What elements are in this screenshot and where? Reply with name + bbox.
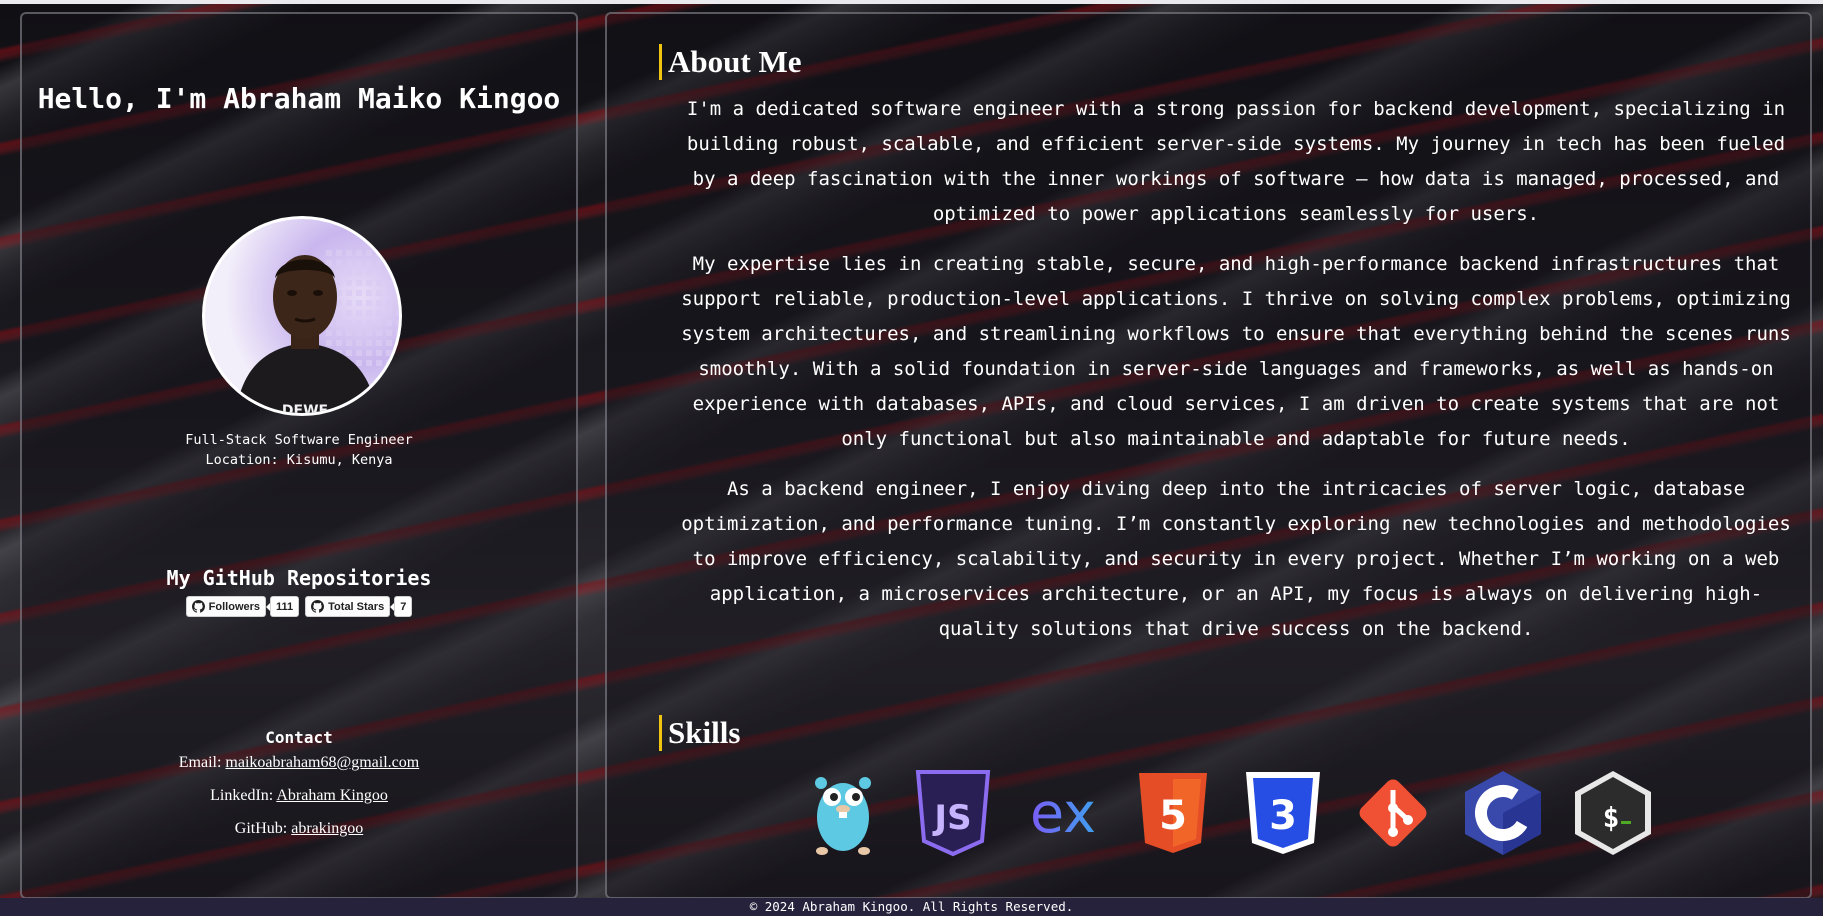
svg-text:$: $ <box>1602 801 1619 834</box>
about-text: I'm a dedicated software engineer with a… <box>673 92 1799 662</box>
contact-linkedin: LinkedIn: Abraham Kingoo <box>22 787 576 805</box>
about-paragraph: My expertise lies in creating stable, se… <box>681 253 1791 450</box>
profile-card: Hello, I'm Abraham Maiko Kingoo DEWE Ful… <box>20 12 578 899</box>
email-label: Email: <box>178 754 226 771</box>
location: Location: Kisumu, Kenya <box>205 452 393 468</box>
followers-label: Followers <box>208 600 261 613</box>
contact-heading: Contact <box>265 728 333 747</box>
github-icon <box>191 600 205 613</box>
svg-text:3: 3 <box>1269 793 1297 839</box>
svg-text:5: 5 <box>1159 793 1187 839</box>
javascript-icon: JS <box>909 769 997 857</box>
email-link[interactable]: maikoabraham68@gmail.com <box>225 754 419 771</box>
contact-github: GitHub: abrakingoo <box>22 820 576 838</box>
c-language-icon <box>1459 769 1547 857</box>
copyright-text: © 2024 Abraham Kingoo. All Rights Reserv… <box>749 899 1074 914</box>
footer: © 2024 Abraham Kingoo. All Rights Reserv… <box>0 898 1823 916</box>
about-card: About Me I'm a dedicated software engine… <box>605 12 1812 899</box>
profile-info: Full-Stack Software Engineer Location: K… <box>22 430 576 470</box>
about-paragraph: As a backend engineer, I enjoy diving de… <box>681 478 1791 640</box>
express-icon: ex <box>1019 769 1107 857</box>
github-link[interactable]: abrakingoo <box>291 820 363 837</box>
github-label: GitHub: <box>234 820 292 837</box>
html5-icon: 5 <box>1129 769 1217 857</box>
linkedin-link[interactable]: Abraham Kingoo <box>276 787 388 804</box>
stars-count: 7 <box>390 596 413 617</box>
followers-badge[interactable]: Followers 111 <box>185 596 300 617</box>
stars-badge[interactable]: Total Stars 7 <box>305 596 413 617</box>
top-bar <box>0 0 1823 4</box>
github-badges: Followers 111 Total Stars 7 <box>22 596 576 617</box>
git-icon <box>1349 769 1437 857</box>
greeting-heading: Hello, I'm Abraham Maiko Kingoo <box>37 82 561 115</box>
avatar: DEWE <box>202 216 402 416</box>
svg-text:DEWE: DEWE <box>282 403 328 416</box>
job-title: Full-Stack Software Engineer <box>185 432 413 448</box>
github-icon <box>311 600 325 613</box>
linkedin-label: LinkedIn: <box>210 787 277 804</box>
about-heading: About Me <box>659 44 801 80</box>
skills-list: JS ex 5 3 $ <box>607 769 1810 857</box>
bash-icon: $ <box>1569 769 1657 857</box>
stars-label: Total Stars <box>328 600 385 613</box>
svg-text:JS: JS <box>932 798 971 838</box>
contact-email: Email: maikoabraham68@gmail.com <box>22 754 576 772</box>
skills-heading: Skills <box>659 715 740 751</box>
css3-icon: 3 <box>1239 769 1327 857</box>
about-paragraph: I'm a dedicated software engineer with a… <box>686 98 1786 225</box>
avatar-photo: DEWE <box>235 249 399 416</box>
github-repos-heading: My GitHub Repositories <box>166 566 432 590</box>
svg-text:ex: ex <box>1030 783 1096 843</box>
followers-count: 111 <box>265 596 300 617</box>
go-gopher-icon <box>799 769 887 857</box>
